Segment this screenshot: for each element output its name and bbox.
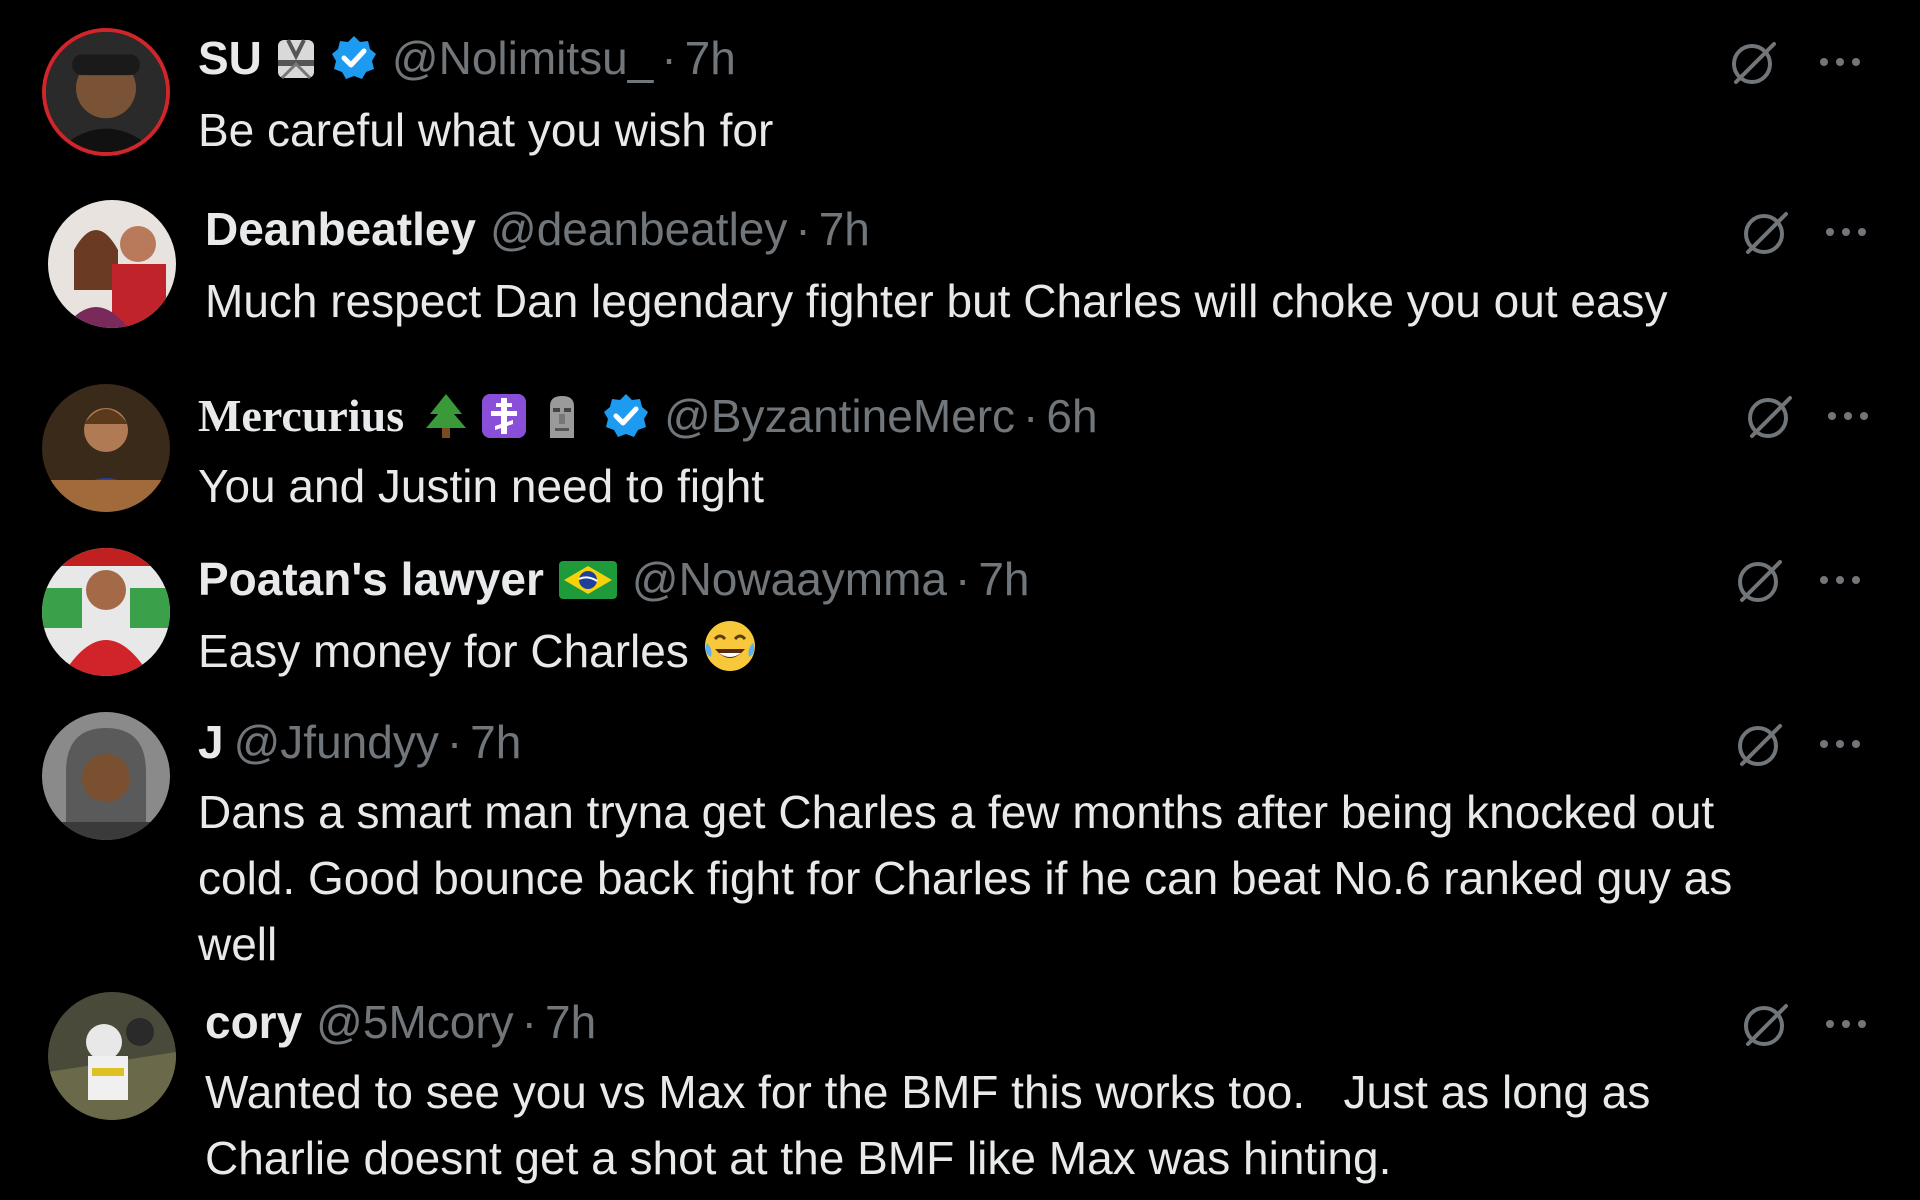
separator-dot: · xyxy=(661,32,677,84)
reply-header: SU @Nolimitsu_ · 7h xyxy=(198,28,736,88)
timestamp[interactable]: 7h xyxy=(470,712,521,772)
handle[interactable]: @5Mcory xyxy=(316,992,514,1052)
reply-text-line: well xyxy=(198,918,278,970)
reply-header: Poatan's lawyer @Nowaaymma · 7h xyxy=(198,549,1030,609)
reply-text: Much respect Dan legendary fighter but C… xyxy=(205,275,1668,327)
timestamp[interactable]: 7h xyxy=(685,28,736,88)
gi-icon xyxy=(272,34,320,82)
timestamp[interactable]: 7h xyxy=(819,199,870,259)
replies-feed: SU @Nolimitsu_ · 7h Be careful what you … xyxy=(0,0,1920,1200)
separator-dot: · xyxy=(955,553,971,605)
grok-icon[interactable] xyxy=(1744,390,1796,442)
orthodox-cross-icon xyxy=(480,392,528,440)
more-options-icon[interactable] xyxy=(1812,554,1868,606)
reply-text-line: Charlie doesnt get a shot at the BMF lik… xyxy=(205,1132,1392,1184)
more-options-icon[interactable] xyxy=(1812,36,1868,88)
reply-text-content: Easy money for Charles xyxy=(198,625,689,677)
handle[interactable]: @Jfundyy xyxy=(234,712,439,772)
separator-dot: · xyxy=(1023,390,1039,442)
more-options-icon[interactable] xyxy=(1812,718,1868,770)
more-options-icon[interactable] xyxy=(1818,206,1874,258)
grok-icon[interactable] xyxy=(1734,718,1786,770)
timestamp[interactable]: 7h xyxy=(978,549,1029,609)
display-name[interactable]: cory xyxy=(205,992,302,1052)
brazil-flag-icon xyxy=(558,555,618,603)
handle[interactable]: @Nowaaymma xyxy=(632,549,947,609)
reply-text: Dans a smart man tryna get Charles a few… xyxy=(198,779,1858,977)
reply-text-line: Dans a smart man tryna get Charles a few… xyxy=(198,786,1715,838)
reply-header: J @Jfundyy · 7h xyxy=(198,712,521,772)
display-name[interactable]: Poatan's lawyer xyxy=(198,549,544,609)
verified-icon xyxy=(330,34,378,82)
reply-text: Be careful what you wish for xyxy=(198,104,774,156)
timestamp[interactable]: 6h xyxy=(1046,386,1097,446)
avatar[interactable] xyxy=(42,384,170,512)
reply-text: You and Justin need to fight xyxy=(198,460,765,512)
separator-dot: · xyxy=(446,716,463,768)
display-name[interactable]: J xyxy=(198,712,224,772)
grok-icon[interactable] xyxy=(1740,206,1792,258)
display-name[interactable]: SU xyxy=(198,28,262,88)
laughing-tears-icon xyxy=(701,617,759,675)
grok-icon[interactable] xyxy=(1728,36,1780,88)
reply-header: Deanbeatley @deanbeatley · 7h xyxy=(205,199,870,259)
separator-dot: · xyxy=(521,996,537,1048)
grok-icon[interactable] xyxy=(1734,554,1786,606)
more-options-icon[interactable] xyxy=(1820,390,1876,442)
handle[interactable]: @ByzantineMerc xyxy=(664,386,1015,446)
verified-icon xyxy=(602,392,650,440)
avatar[interactable] xyxy=(48,992,176,1120)
handle[interactable]: @deanbeatley xyxy=(490,199,787,259)
avatar[interactable] xyxy=(42,712,170,840)
reply-text: Wanted to see you vs Max for the BMF thi… xyxy=(205,1059,1865,1191)
reply-text-line: cold. Good bounce back fight for Charles… xyxy=(198,852,1733,904)
reply-text-line: Wanted to see you vs Max for the BMF thi… xyxy=(205,1066,1651,1118)
separator-dot: · xyxy=(795,203,811,255)
tree-icon xyxy=(422,392,470,440)
more-options-icon[interactable] xyxy=(1818,998,1874,1050)
reply-header: Mercurius @ByzantineMerc · 6h xyxy=(198,386,1098,446)
moai-icon xyxy=(538,392,586,440)
avatar[interactable] xyxy=(42,28,170,156)
timestamp[interactable]: 7h xyxy=(545,992,596,1052)
display-name[interactable]: Deanbeatley xyxy=(205,199,476,259)
display-name[interactable]: Mercurius xyxy=(198,386,404,446)
reply-header: cory @5Mcory · 7h xyxy=(205,992,596,1052)
grok-icon[interactable] xyxy=(1740,998,1792,1050)
reply-text: Easy money for Charles xyxy=(198,617,1858,684)
handle[interactable]: @Nolimitsu_ xyxy=(392,28,653,88)
avatar[interactable] xyxy=(48,200,176,328)
avatar[interactable] xyxy=(42,548,170,676)
